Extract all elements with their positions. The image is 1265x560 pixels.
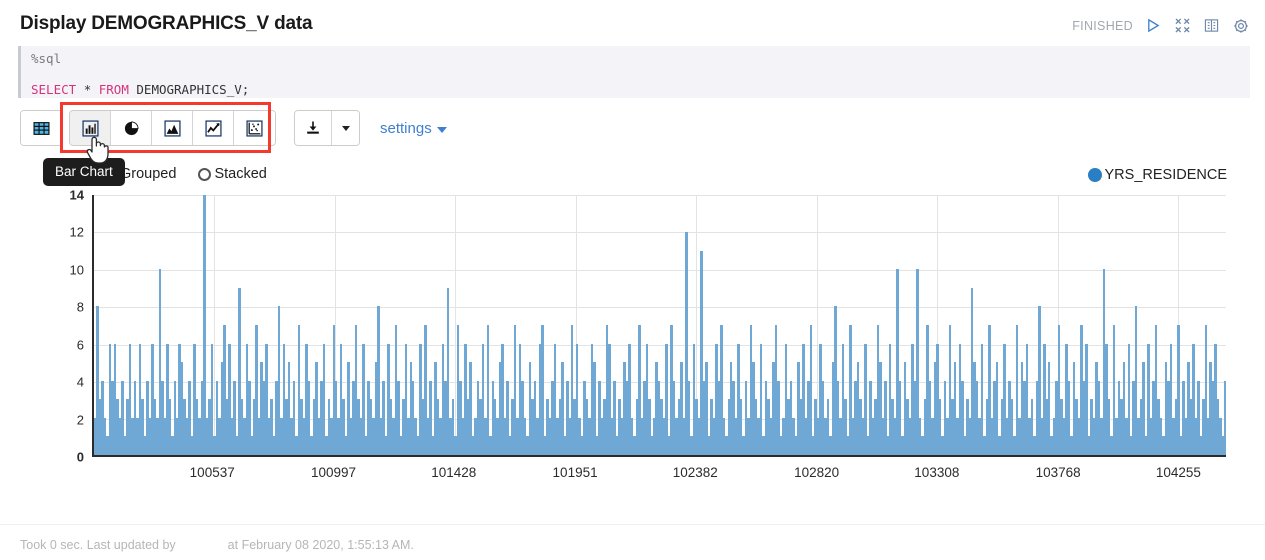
book-icon[interactable] <box>1203 17 1220 34</box>
legend-color-swatch <box>1087 168 1102 182</box>
y-axis-tick-label: 4 <box>76 374 84 390</box>
settings-label: settings <box>380 119 432 137</box>
radio-grouped-label: Grouped <box>120 166 177 182</box>
download-dropdown-caret[interactable] <box>332 111 359 145</box>
run-icon[interactable] <box>1145 17 1162 34</box>
y-axis-tick-label: 14 <box>69 187 84 203</box>
x-axis-tick-label: 101951 <box>552 465 598 480</box>
line-chart-button[interactable] <box>193 111 234 145</box>
x-axis-tick-label: 100997 <box>311 465 357 480</box>
download-icon[interactable] <box>295 111 332 145</box>
bar-chart: 0 2 4 6 8 10 12 14 100537 100997 101428 101951 1023… <box>0 188 1265 488</box>
radio-stacked[interactable]: Stacked <box>198 166 267 182</box>
footer-divider <box>0 524 1265 525</box>
interpreter-directive: %sql <box>31 51 62 66</box>
y-axis-tick-label: 8 <box>76 299 84 315</box>
radio-stacked-label: Stacked <box>214 166 267 182</box>
pie-chart-button[interactable] <box>111 111 152 145</box>
chevron-down-icon <box>341 125 350 131</box>
paragraph-header: Display DEMOGRAPHICS_V data FINISHED <box>0 0 1265 44</box>
table-button-group <box>20 110 63 146</box>
y-axis-tick-label: 12 <box>69 224 84 240</box>
chart-legend[interactable]: YRS_RESIDENCE <box>1087 167 1227 183</box>
sql-statement: SELECT * FROM DEMOGRAPHICS_V; <box>31 82 250 97</box>
footer-text-before: Took 0 sec. Last updated by <box>20 538 176 552</box>
bar[interactable] <box>203 195 206 455</box>
collapse-icon[interactable] <box>1174 17 1191 34</box>
y-axis-tick-label: 10 <box>69 262 84 278</box>
x-axis-tick-label: 102382 <box>672 465 718 480</box>
download-button-group <box>294 110 360 146</box>
x-axis-tick-label: 101428 <box>431 465 477 480</box>
bar[interactable] <box>1224 380 1226 455</box>
page-title: Display DEMOGRAPHICS_V data <box>20 13 313 34</box>
gear-icon[interactable] <box>1232 17 1249 34</box>
x-axis-tick-label: 103308 <box>914 465 960 480</box>
x-axis-tick-label: 102820 <box>794 465 840 480</box>
x-axis-tick-label: 103768 <box>1035 465 1081 480</box>
x-axis-tick-label: 100537 <box>189 465 235 480</box>
chart-plot-area[interactable] <box>92 195 1226 457</box>
settings-toggle[interactable]: settings <box>380 120 447 137</box>
footer-text-after: at February 08 2020, 1:55:13 AM. <box>227 538 414 552</box>
paragraph-footer: Took 0 sec. Last updated by at February 0… <box>20 538 414 552</box>
header-actions: FINISHED <box>1072 17 1249 34</box>
radio-stacked-indicator <box>198 167 212 181</box>
y-axis-tick-label: 2 <box>76 412 84 428</box>
code-editor[interactable]: %sql SELECT * FROM DEMOGRAPHICS_V; <box>18 46 1250 98</box>
legend-item-label: YRS_RESIDENCE <box>1104 167 1227 183</box>
y-axis-tick-label: 6 <box>76 337 84 353</box>
y-axis-tick-label: 0 <box>76 449 84 465</box>
table-view-button[interactable] <box>21 111 62 145</box>
area-chart-button[interactable] <box>152 111 193 145</box>
bar-series <box>94 195 1226 455</box>
x-axis-tick-label: 104255 <box>1155 465 1201 480</box>
chart-mode-radios: Grouped Stacked <box>104 166 267 182</box>
scatter-chart-button[interactable] <box>234 111 275 145</box>
status-badge: FINISHED <box>1072 18 1133 33</box>
cursor-pointer-icon <box>84 133 110 170</box>
chevron-down-icon <box>436 126 447 133</box>
